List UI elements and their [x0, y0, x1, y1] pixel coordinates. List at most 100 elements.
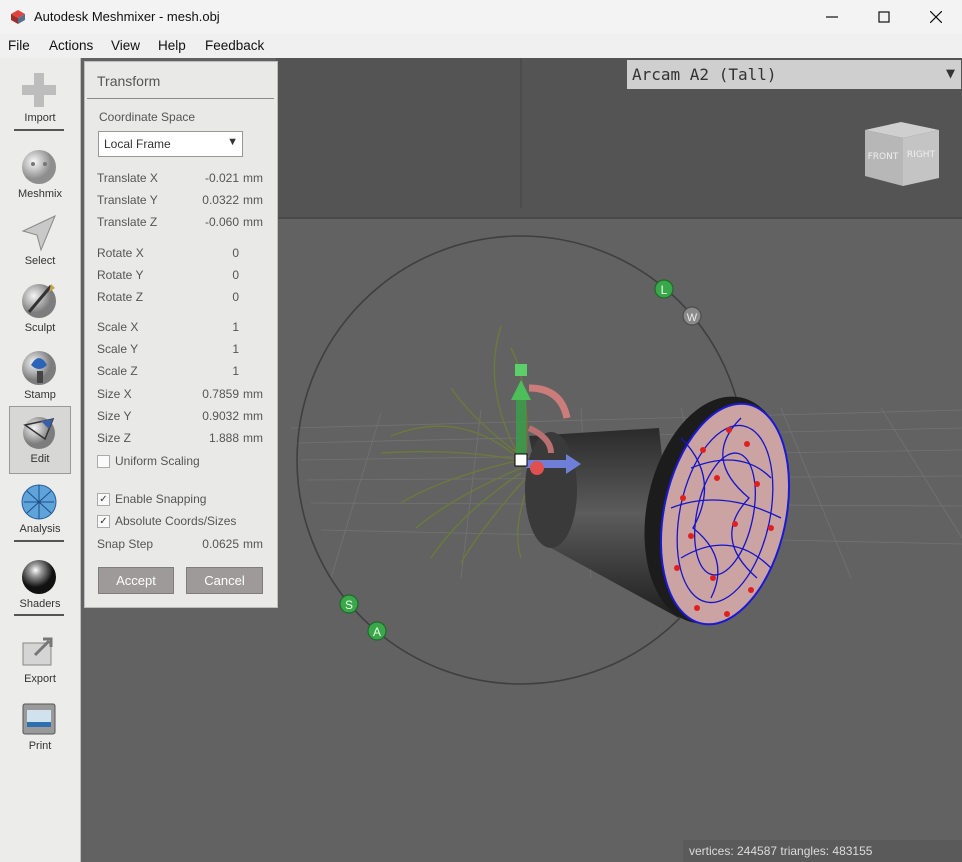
cancel-button[interactable]: Cancel	[186, 567, 263, 594]
field-label: Scale X	[97, 320, 139, 334]
plus-icon	[22, 73, 56, 107]
chevron-down-icon: ▼	[227, 136, 238, 148]
print-label: Print	[28, 740, 52, 752]
field-value[interactable]: 0	[232, 290, 239, 304]
translate-y-field[interactable]: Translate Y 0.0322 mm	[97, 193, 267, 211]
field-value[interactable]: -0.060	[205, 215, 239, 229]
size-z-field[interactable]: Size Z 1.888 mm	[97, 431, 267, 449]
gizmo-handle-L[interactable]: L	[654, 279, 674, 299]
accept-button[interactable]: Accept	[98, 567, 174, 594]
chevron-down-icon: ▼	[945, 64, 955, 82]
select-button[interactable]: Select	[0, 209, 80, 275]
menu-help[interactable]: Help	[158, 38, 186, 53]
status-bar: vertices: 244587 triangles: 483155	[683, 840, 962, 862]
checkmark-icon: ✓	[97, 493, 110, 506]
field-label: Rotate X	[97, 246, 144, 260]
maximize-icon	[878, 11, 890, 23]
snap-step-field[interactable]: Snap Step 0.0625 mm	[97, 537, 267, 555]
toolbar-divider	[14, 614, 64, 616]
checkbox-label: Absolute Coords/Sizes	[115, 514, 237, 528]
field-unit: mm	[243, 193, 263, 207]
scale-y-field[interactable]: Scale Y 1	[97, 342, 267, 360]
coordinate-space-select[interactable]: Local Frame ▼	[98, 131, 243, 157]
coordinate-space-label: Coordinate Space	[99, 110, 196, 124]
field-value[interactable]: 0.7859	[202, 387, 239, 401]
select-label: Select	[24, 255, 56, 267]
checkbox-label: Uniform Scaling	[115, 454, 200, 468]
field-value[interactable]: 1	[232, 364, 239, 378]
stamp-button[interactable]: Stamp	[0, 343, 80, 409]
uniform-scaling-checkbox[interactable]: Uniform Scaling	[97, 454, 277, 472]
field-value[interactable]: 0.9032	[202, 409, 239, 423]
menu-feedback[interactable]: Feedback	[205, 38, 264, 53]
rotate-x-field[interactable]: Rotate X 0	[97, 246, 267, 264]
field-label: Scale Z	[97, 364, 138, 378]
edit-button[interactable]: Edit	[9, 406, 71, 474]
minimize-button[interactable]	[806, 0, 858, 34]
analysis-button[interactable]: Analysis	[0, 477, 80, 543]
geodesic-sphere-icon	[21, 484, 57, 520]
edit-sphere-icon	[23, 417, 55, 449]
field-value[interactable]: 1.888	[209, 431, 239, 445]
toolbar-divider	[14, 129, 64, 131]
menu-file[interactable]: File	[8, 38, 30, 53]
size-x-field[interactable]: Size X 0.7859 mm	[97, 387, 267, 405]
absolute-coords-checkbox[interactable]: ✓ Absolute Coords/Sizes	[97, 514, 277, 532]
printer-icon	[22, 703, 56, 735]
field-label: Scale Y	[97, 342, 139, 356]
brush-sphere-icon	[22, 284, 56, 318]
shaders-button[interactable]: Shaders	[0, 552, 80, 618]
stamp-label: Stamp	[24, 389, 56, 401]
field-label: Size Y	[97, 409, 132, 423]
field-value[interactable]: 0	[232, 246, 239, 260]
export-icon	[22, 637, 53, 666]
export-button[interactable]: Export	[0, 627, 80, 693]
field-label: Translate Z	[97, 215, 158, 229]
field-value[interactable]: 0.0322	[202, 193, 239, 207]
analysis-label: Analysis	[19, 523, 61, 535]
field-value[interactable]: 0.0625	[202, 537, 239, 551]
translate-x-field[interactable]: Translate X -0.021 mm	[97, 171, 267, 189]
import-label: Import	[24, 112, 56, 124]
field-unit: mm	[243, 171, 263, 185]
close-button[interactable]	[910, 0, 962, 34]
menu-view[interactable]: View	[111, 38, 140, 53]
import-button[interactable]: Import	[0, 66, 80, 132]
field-unit: mm	[243, 537, 263, 551]
field-label: Size X	[97, 387, 132, 401]
field-value[interactable]: 1	[232, 342, 239, 356]
gizmo-handle-A[interactable]: A	[367, 621, 387, 641]
field-label: Rotate Z	[97, 290, 144, 304]
panel-title: Transform	[97, 73, 161, 89]
menu-actions[interactable]: Actions	[49, 38, 93, 53]
field-value[interactable]: 0	[232, 268, 239, 282]
rotate-z-field[interactable]: Rotate Z 0	[97, 290, 267, 308]
printer-dropdown[interactable]: Arcam A2 (Tall) ▼	[627, 60, 961, 89]
window-title: Autodesk Meshmixer - mesh.obj	[34, 9, 220, 24]
edit-label: Edit	[30, 453, 50, 465]
shaders-label: Shaders	[19, 598, 61, 610]
printer-dropdown-value: Arcam A2 (Tall)	[632, 65, 777, 84]
field-label: Snap Step	[97, 537, 154, 551]
field-value[interactable]: -0.021	[205, 171, 239, 185]
rotate-y-field[interactable]: Rotate Y 0	[97, 268, 267, 286]
bunny-head-icon	[22, 150, 56, 184]
meshmix-button[interactable]: Meshmix	[0, 142, 80, 208]
meshmixer-logo-icon	[11, 10, 25, 24]
enable-snapping-checkbox[interactable]: ✓ Enable Snapping	[97, 492, 277, 510]
size-y-field[interactable]: Size Y 0.9032 mm	[97, 409, 267, 427]
gizmo-handle-W[interactable]: W	[682, 306, 702, 326]
field-unit: mm	[243, 431, 263, 445]
scale-x-field[interactable]: Scale X 1	[97, 320, 267, 338]
maximize-button[interactable]	[858, 0, 910, 34]
field-label: Rotate Y	[97, 268, 144, 282]
print-button[interactable]: Print	[0, 694, 80, 760]
sculpt-button[interactable]: Sculpt	[0, 276, 80, 342]
gizmo-handle-S[interactable]: S	[339, 594, 359, 614]
field-value[interactable]: 1	[232, 320, 239, 334]
field-label: Translate Y	[97, 193, 158, 207]
translate-z-field[interactable]: Translate Z -0.060 mm	[97, 215, 267, 233]
toolbar-divider	[14, 540, 64, 542]
scale-z-field[interactable]: Scale Z 1	[97, 364, 267, 382]
view-cube[interactable]: FRONT RIGHT	[865, 122, 939, 186]
